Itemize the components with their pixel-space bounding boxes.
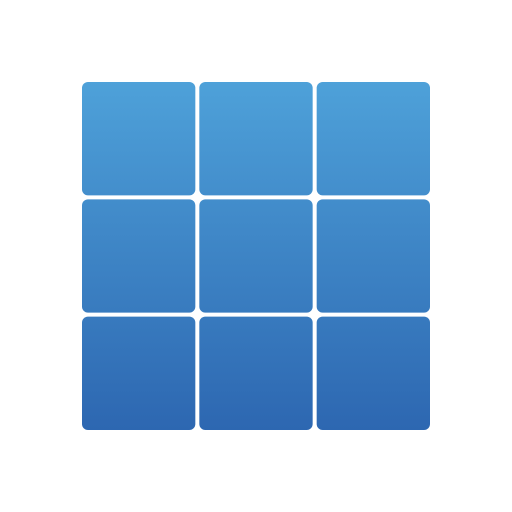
grid-tile-r2-c3 xyxy=(316,199,430,313)
grid-tile-r3-c1 xyxy=(82,316,196,430)
grid-tile-r3-c3 xyxy=(316,316,430,430)
grid-tile-r1-c1 xyxy=(82,82,196,196)
grid-tile-r2-c1 xyxy=(82,199,196,313)
grid-tile-r1-c2 xyxy=(199,82,313,196)
grid-tile-r1-c3 xyxy=(316,82,430,196)
grid-tile-r3-c2 xyxy=(199,316,313,430)
grid-tile-r2-c2 xyxy=(199,199,313,313)
grid-icon-graphic xyxy=(82,82,430,430)
grid-3x3-icon xyxy=(82,82,430,430)
grid-tiles xyxy=(82,82,430,430)
icon-canvas xyxy=(0,0,512,512)
